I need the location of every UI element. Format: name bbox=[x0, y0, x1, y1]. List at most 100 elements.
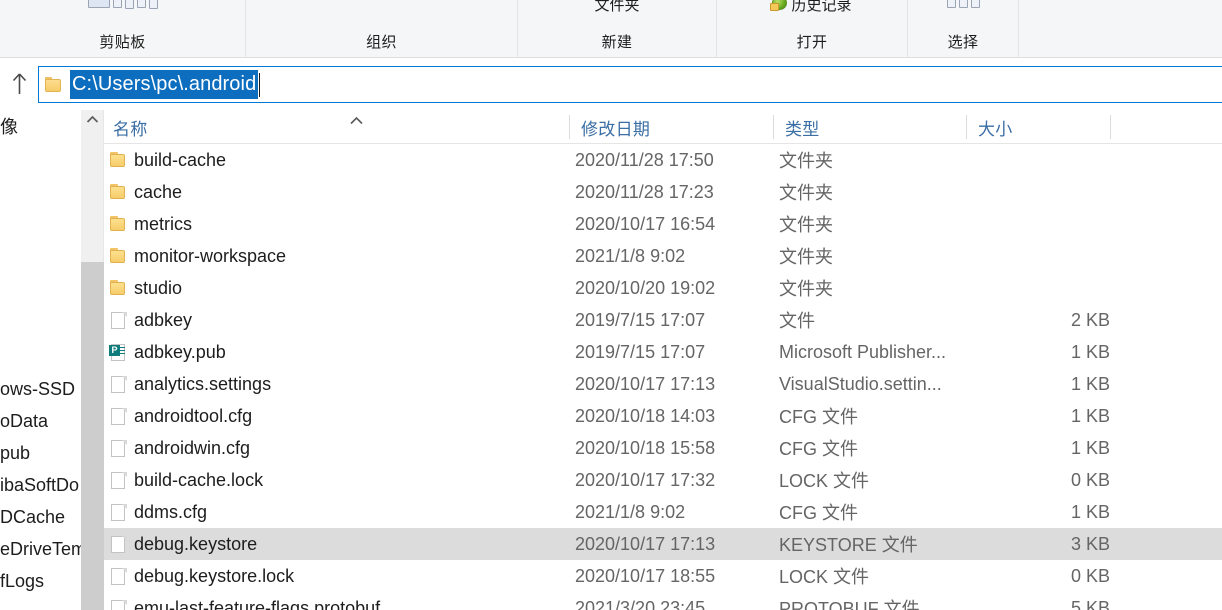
clipboard-icons[interactable] bbox=[0, 0, 245, 18]
address-bar-row: C:\Users\pc\.android bbox=[0, 59, 1222, 109]
column-header-type[interactable]: 类型 bbox=[776, 110, 820, 144]
nav-item-4[interactable]: ibaSoftDo bbox=[0, 474, 79, 496]
ribbon-group-select[interactable]: 选择 bbox=[908, 0, 1019, 58]
nav-item-2[interactable]: oData bbox=[0, 410, 48, 432]
cell-date-modified: 2020/10/17 17:13 bbox=[575, 373, 716, 394]
cell-date-modified: 2020/11/28 17:23 bbox=[575, 181, 714, 202]
table-row[interactable]: build-cache 2020/11/28 17:50 文件夹 bbox=[104, 144, 1222, 176]
chevron-up-icon[interactable] bbox=[81, 110, 104, 128]
table-row[interactable]: debug.keystore 2020/10/17 17:13 KEYSTORE 文… bbox=[104, 528, 1222, 560]
cut-icon[interactable] bbox=[124, 0, 134, 9]
column-header-date[interactable]: 修改日期 bbox=[572, 110, 650, 144]
scrollbar-thumb[interactable] bbox=[81, 262, 104, 610]
table-row[interactable]: studio 2020/10/20 19:02 文件夹 bbox=[104, 272, 1222, 304]
table-row[interactable]: metrics 2020/10/17 16:54 文件夹 bbox=[104, 208, 1222, 240]
navigation-pane-scrollbar[interactable] bbox=[81, 110, 104, 610]
column-header-row: 名称 修改日期 类型 大小 bbox=[104, 110, 1222, 144]
cell-date-modified: 2019/7/15 17:07 bbox=[575, 341, 706, 362]
column-divider-size-end[interactable] bbox=[1110, 115, 1111, 139]
cell-date-modified: 2019/7/15 17:07 bbox=[575, 309, 706, 330]
table-row[interactable]: debug.keystore.lock 2020/10/17 18:55 LOCK … bbox=[104, 560, 1222, 592]
cell-file-name: studio bbox=[134, 277, 183, 298]
nav-item-0[interactable]: 像 bbox=[0, 116, 18, 138]
selection-icons[interactable] bbox=[908, 0, 1018, 18]
nav-item-6[interactable]: eDriveTem bbox=[0, 538, 81, 560]
ribbon-group-organize[interactable]: 组织 bbox=[246, 0, 518, 58]
ribbon-group-new[interactable]: 文件夹 新建 bbox=[518, 0, 717, 58]
ribbon-group-label-open: 打开 bbox=[796, 34, 828, 51]
ribbon-group-filler bbox=[1019, 0, 1222, 58]
cell-file-size: 0 KB bbox=[1070, 565, 1110, 586]
navigation-pane[interactable]: 像 ows-SSD oData pub ibaSoftDo DCache eDr… bbox=[0, 110, 81, 610]
file-list-pane[interactable]: 名称 修改日期 类型 大小 build-cache 2020/11/28 17:5… bbox=[104, 110, 1222, 610]
table-row[interactable]: androidwin.cfg 2020/10/18 15:58 CFG 文件 1 KB bbox=[104, 432, 1222, 464]
select-none-icon[interactable] bbox=[958, 0, 968, 8]
sort-ascending-icon bbox=[349, 114, 364, 127]
up-one-level-button[interactable] bbox=[6, 65, 32, 103]
cell-file-size bbox=[924, 208, 1110, 240]
table-row[interactable]: Padbkey.pub 2019/7/15 17:07 Microsoft Publ… bbox=[104, 336, 1222, 368]
cell-file-size: 1 KB bbox=[1070, 405, 1110, 426]
column-header-name[interactable]: 名称 bbox=[104, 110, 148, 144]
cell-file-size: 2 KB bbox=[1070, 309, 1110, 330]
select-all-icon[interactable] bbox=[946, 0, 956, 8]
table-row[interactable]: monitor-workspace 2021/1/8 9:02 文件夹 bbox=[104, 240, 1222, 272]
nav-item-3[interactable]: pub bbox=[0, 442, 30, 464]
cell-file-name: debug.keystore bbox=[134, 533, 258, 554]
cell-date-modified: 2021/1/8 9:02 bbox=[575, 501, 686, 522]
column-divider-name-date[interactable] bbox=[569, 115, 570, 139]
ribbon-group-label-organize: 组织 bbox=[366, 34, 397, 51]
history-button[interactable]: 历史记录 bbox=[717, 0, 907, 18]
table-row[interactable]: cache 2020/11/28 17:23 文件夹 bbox=[104, 176, 1222, 208]
new-folder-button[interactable]: 文件夹 bbox=[518, 0, 716, 18]
nav-item-7[interactable]: fLogs bbox=[0, 570, 44, 592]
column-divider-type-size[interactable] bbox=[966, 115, 967, 139]
address-input[interactable]: C:\Users\pc\.android bbox=[38, 66, 1222, 103]
column-header-size[interactable]: 大小 bbox=[969, 110, 1013, 144]
table-row[interactable]: analytics.settings 2020/10/17 17:13 Visual… bbox=[104, 368, 1222, 400]
cell-file-name: debug.keystore.lock bbox=[134, 565, 295, 586]
cell-file-type: 文件 bbox=[779, 311, 815, 331]
cell-file-name: adbkey bbox=[134, 309, 193, 330]
cell-file-size: 1 KB bbox=[1070, 373, 1110, 394]
ribbon-group-open[interactable]: 历史记录 打开 bbox=[717, 0, 908, 58]
invert-selection-icon[interactable] bbox=[970, 0, 980, 8]
ribbon-group-clipboard[interactable]: 剪贴板 bbox=[0, 0, 246, 58]
table-row[interactable]: adbkey 2019/7/15 17:07 文件 2 KB bbox=[104, 304, 1222, 336]
cell-file-size bbox=[924, 240, 1110, 272]
paste-icon[interactable] bbox=[87, 0, 110, 8]
cell-file-size bbox=[924, 144, 1110, 176]
organize-icons[interactable] bbox=[246, 0, 517, 18]
address-path-text[interactable]: C:\Users\pc\.android bbox=[70, 70, 259, 99]
cell-date-modified: 2021/1/8 9:02 bbox=[575, 245, 686, 266]
history-label: 历史记录 bbox=[791, 0, 852, 14]
table-row[interactable]: build-cache.lock 2020/10/17 17:32 LOCK 文件 0… bbox=[104, 464, 1222, 496]
cell-file-name: emu-last-feature-flags.protobuf bbox=[134, 597, 381, 610]
cell-date-modified: 2020/10/17 17:32 bbox=[575, 469, 716, 490]
cell-file-name: androidtool.cfg bbox=[134, 405, 253, 426]
cell-file-name: cache bbox=[134, 181, 183, 202]
cell-date-modified: 2021/3/20 23:45 bbox=[575, 597, 706, 610]
nav-item-1[interactable]: ows-SSD bbox=[0, 378, 75, 400]
cell-file-size: 1 KB bbox=[1070, 437, 1110, 458]
cell-file-size bbox=[924, 176, 1110, 208]
cell-file-name: metrics bbox=[134, 213, 192, 234]
column-divider-date-type[interactable] bbox=[773, 115, 774, 139]
nav-item-5[interactable]: DCache bbox=[0, 506, 65, 528]
table-row[interactable]: androidtool.cfg 2020/10/18 14:03 CFG 文件 1 K… bbox=[104, 400, 1222, 432]
cell-file-type: CFG 文件 bbox=[779, 407, 858, 427]
paste-shortcut-icon[interactable] bbox=[148, 0, 158, 9]
history-icon bbox=[770, 0, 788, 11]
cell-file-size: 5 KB bbox=[1070, 597, 1110, 610]
cell-file-name: androidwin.cfg bbox=[134, 437, 251, 458]
cell-file-type: KEYSTORE 文件 bbox=[779, 535, 918, 555]
cell-file-type: 文件夹 bbox=[779, 151, 833, 171]
copy-icon[interactable] bbox=[112, 0, 122, 8]
table-row[interactable]: emu-last-feature-flags.protobuf 2021/3/20… bbox=[104, 592, 1222, 610]
cell-date-modified: 2020/10/17 18:55 bbox=[575, 565, 716, 586]
cell-file-name: monitor-workspace bbox=[134, 245, 287, 266]
copy-path-icon[interactable] bbox=[136, 0, 146, 8]
table-row[interactable]: ddms.cfg 2021/1/8 9:02 CFG 文件 1 KB bbox=[104, 496, 1222, 528]
cell-file-size: 1 KB bbox=[1070, 341, 1110, 362]
text-caret bbox=[259, 72, 261, 97]
